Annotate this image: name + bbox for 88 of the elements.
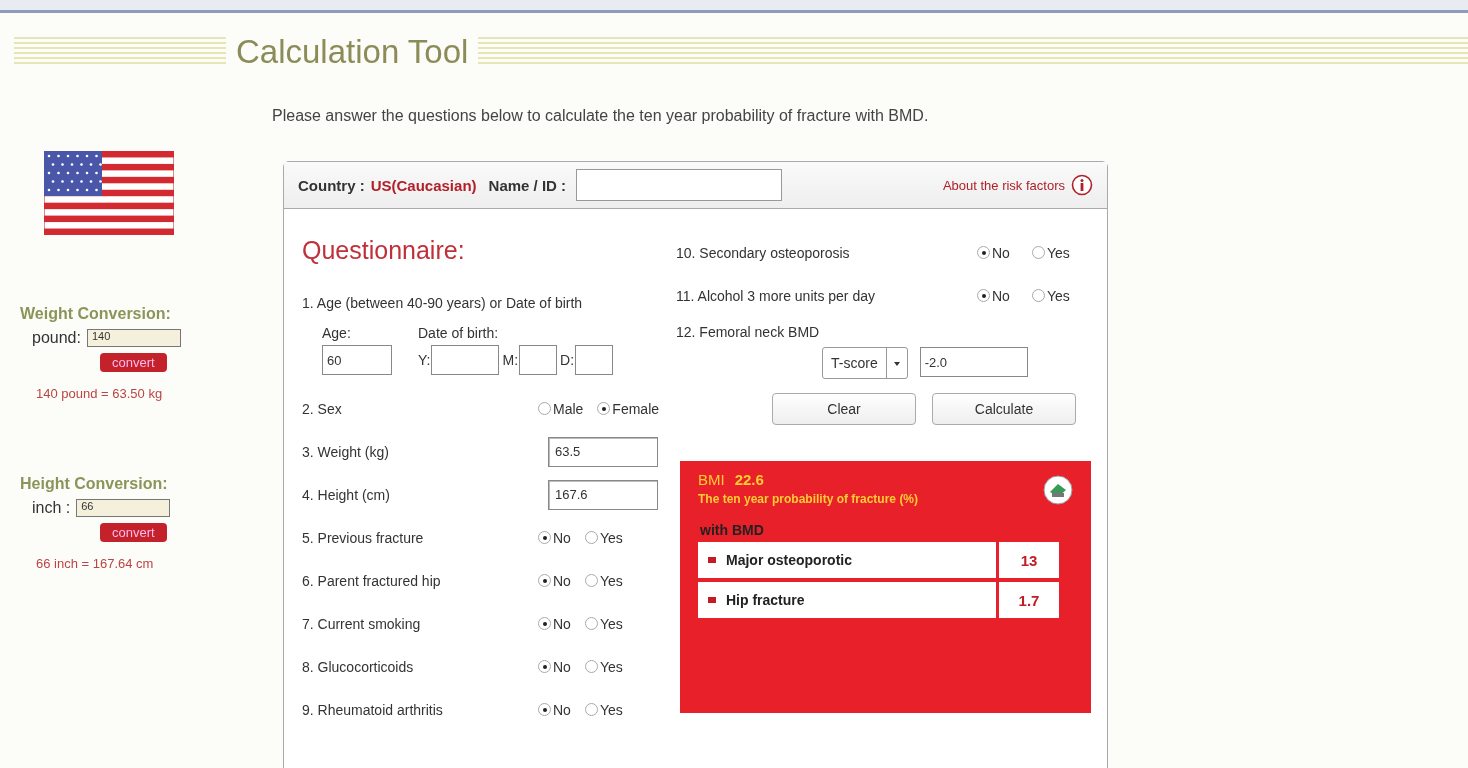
radio-button[interactable]: [1031, 246, 1045, 259]
radio-button[interactable]: [538, 402, 551, 415]
option-label: Yes: [599, 529, 623, 546]
question-label: 12. Femoral neck BMD: [676, 324, 820, 340]
option-label: Yes: [1046, 287, 1070, 304]
bmi-value: 22.6: [734, 471, 764, 488]
radio-button[interactable]: [977, 289, 990, 302]
question-label: 10. Secondary osteoporosis: [676, 244, 851, 261]
radio-button[interactable]: [597, 402, 611, 415]
conversion-title: Height Conversion:: [20, 475, 169, 493]
question-label: 2. Sex: [302, 400, 343, 417]
date-field[interactable]: [519, 345, 558, 375]
number-field[interactable]: 63.5: [548, 436, 658, 467]
date-of-birth-label: Date of birth:: [418, 325, 500, 341]
convert-button[interactable]: convert: [100, 353, 167, 372]
info-icon[interactable]: [1071, 174, 1093, 196]
score-dropdown[interactable]: T-score: [822, 347, 908, 379]
unit-field[interactable]: 66: [76, 499, 171, 517]
radio-button[interactable]: [538, 617, 551, 630]
radio-button[interactable]: [584, 574, 598, 587]
option-label: Yes: [599, 615, 623, 632]
option-label: No: [992, 244, 1010, 261]
option-label: Male: [553, 400, 584, 417]
emblem-icon[interactable]: [1043, 475, 1073, 505]
age-label: Age:: [322, 325, 352, 341]
question-label: 6. Parent fractured hip: [302, 572, 442, 589]
name-field[interactable]: [576, 169, 783, 201]
option-label: Yes: [599, 658, 623, 675]
country-label: Country :: [298, 176, 365, 194]
option-label: No: [553, 572, 571, 589]
radio-button[interactable]: [584, 531, 598, 544]
radio-button[interactable]: [584, 703, 598, 716]
question-label: 1. Age (between 40-90 years) or Date of birth: [302, 295, 583, 311]
question-label: 5. Previous fracture: [302, 529, 425, 546]
question-label: 8. Glucocorticoids: [302, 658, 415, 675]
option-label: No: [553, 529, 571, 546]
result-value: 13: [999, 542, 1059, 578]
result-subtitle: The ten year probability of fracture (%): [698, 492, 920, 506]
result-label: Hip fracture: [698, 582, 996, 618]
radio-button[interactable]: [977, 246, 990, 259]
option-label: No: [992, 287, 1010, 304]
conversion-title: Weight Conversion:: [20, 305, 172, 323]
form-button[interactable]: Calculate: [932, 393, 1076, 425]
name-label: Name / ID :: [488, 176, 567, 194]
option-label: Yes: [599, 572, 623, 589]
about-link[interactable]: About the risk factors: [942, 177, 1065, 193]
radio-button[interactable]: [584, 617, 598, 630]
question-label: 7. Current smoking: [302, 615, 422, 632]
page-title: Calculation Tool: [236, 33, 469, 71]
result-label: Major osteoporotic: [698, 542, 996, 578]
date-part-label: M:: [502, 352, 519, 368]
radio-button[interactable]: [584, 660, 598, 673]
country-value: US(Caucasian): [370, 176, 477, 194]
question-label: 11. Alcohol 3 more units per day: [676, 287, 876, 304]
question-label: 9. Rheumatoid arthritis: [302, 701, 444, 718]
question-label: 3. Weight (kg): [302, 443, 390, 460]
conversion-result: 140 pound = 63.50 kg: [36, 386, 164, 401]
radio-button[interactable]: [1031, 289, 1045, 302]
flag-icon: [44, 151, 174, 235]
option-label: Yes: [1046, 244, 1070, 261]
number-field[interactable]: 167.6: [548, 479, 658, 510]
date-part-label: Y:: [418, 352, 431, 368]
option-label: No: [553, 701, 571, 718]
radio-button[interactable]: [538, 703, 551, 716]
intro-text: Please answer the questions below to calculate the ten year probability of fracture with BMD.: [272, 107, 930, 125]
unit-field[interactable]: 140: [86, 329, 181, 347]
form-button[interactable]: Clear: [772, 393, 916, 425]
radio-button[interactable]: [538, 660, 551, 673]
radio-button[interactable]: [538, 574, 551, 587]
option-label: No: [553, 658, 571, 675]
bmd-field[interactable]: -2.0: [919, 347, 1028, 377]
date-field[interactable]: [575, 345, 614, 375]
option-label: Yes: [599, 701, 623, 718]
bmi-label: BMI: [698, 471, 725, 488]
radio-button[interactable]: [538, 531, 551, 544]
question-label: 4. Height (cm): [302, 486, 391, 503]
date-part-label: D:: [560, 352, 575, 368]
unit-label: inch :: [32, 499, 71, 517]
section-label: with BMD: [700, 522, 765, 538]
convert-button[interactable]: convert: [100, 523, 167, 542]
option-label: No: [553, 615, 571, 632]
unit-label: pound:: [32, 329, 81, 347]
conversion-result: 66 inch = 167.64 cm: [36, 556, 155, 571]
age-field[interactable]: 60: [322, 345, 392, 375]
option-label: Female: [612, 400, 660, 417]
date-field[interactable]: [431, 345, 500, 375]
questionnaire-title: Questionnaire:: [302, 236, 466, 266]
result-value: 1.7: [999, 582, 1059, 618]
